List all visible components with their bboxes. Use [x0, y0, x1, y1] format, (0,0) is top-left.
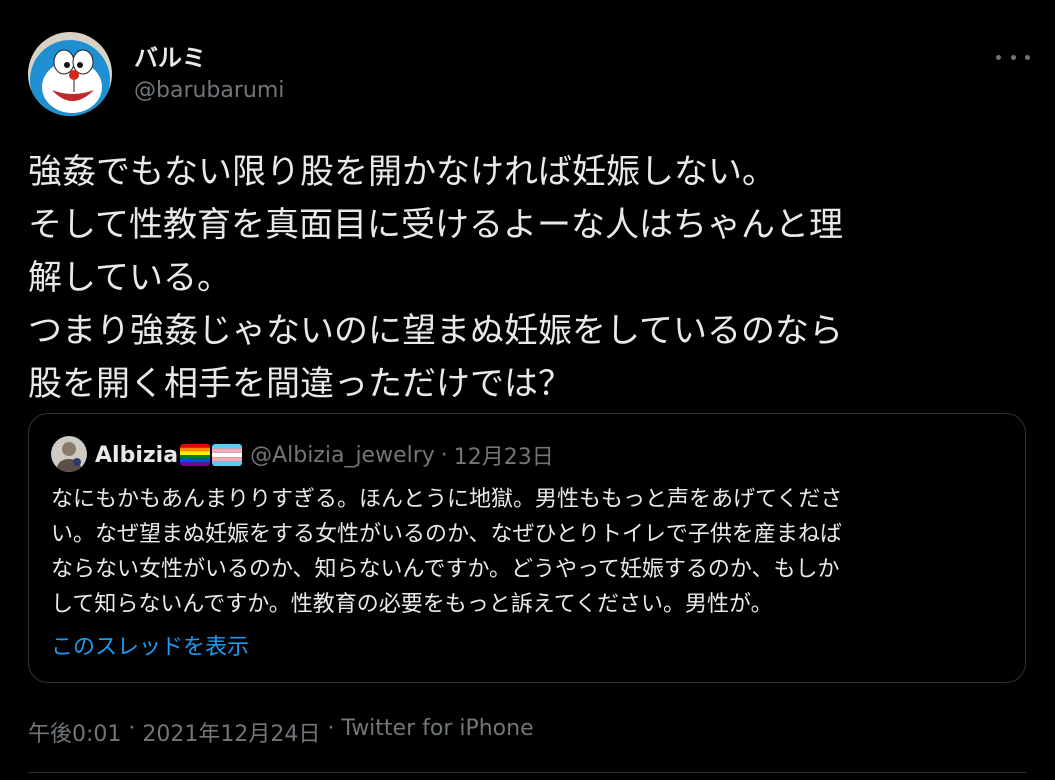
quoted-author-avatar[interactable]	[51, 436, 87, 472]
avatar-image	[28, 32, 112, 116]
quoted-date[interactable]: 12月23日	[454, 439, 554, 471]
author-display-name[interactable]: バルミ	[134, 38, 206, 73]
tweet-date[interactable]: 2021年12月24日	[142, 716, 320, 748]
author-handle[interactable]: @barubarumi	[134, 78, 284, 103]
tweet-text-line: 強姦でもない限り股を開かなければ妊娠しない。	[28, 152, 776, 192]
tweet-text: 強姦でもない限り股を開かなければ妊娠しない。 そして性教育を真面目に受けるよーな…	[28, 146, 1028, 411]
more-options-icon[interactable]	[996, 48, 1030, 66]
show-thread-link[interactable]: このスレッドを表示	[51, 629, 249, 661]
quoted-handle[interactable]: @Albizia_jewelry	[250, 443, 435, 468]
meta-separator: ·	[327, 716, 335, 741]
quoted-tweet-header: Albizia @Albizia_jewelry · 12月23日	[95, 439, 554, 471]
divider	[28, 772, 1026, 773]
quoted-text-line: ならない女性がいるのか、知らないんですか。どうやって妊娠するのか、もしか	[51, 557, 840, 582]
tweet-metadata: 午後0:01 · 2021年12月24日 · Twitter for iPhon…	[28, 716, 534, 748]
tweet-text-line: そして性教育を真面目に受けるよーな人はちゃんと理	[28, 205, 843, 245]
tweet-source[interactable]: Twitter for iPhone	[341, 716, 533, 748]
tweet-text-line: つまり強姦じゃないのに望まぬ妊娠をしているのなら	[28, 311, 843, 351]
more-dot	[996, 54, 1001, 60]
meta-separator: ·	[128, 716, 136, 741]
more-dot	[1025, 54, 1030, 60]
quoted-display-name[interactable]: Albizia	[95, 443, 178, 468]
tweet-text-line: 解している。	[28, 258, 231, 298]
rainbow-flag-icon	[180, 444, 211, 466]
quoted-tweet-text: なにもかもあんまりりすぎる。ほんとうに地獄。男性ももっと声をあげてくださ い。な…	[51, 482, 1011, 622]
quoted-text-line: い。なぜ望まぬ妊娠をする女性がいるのか、なぜひとりトイレで子供を産まねば	[51, 522, 842, 547]
tweet-text-line: 股を開く相手を間違っただけでは？	[28, 364, 572, 404]
quoted-tweet-card[interactable]: Albizia @Albizia_jewelry · 12月23日 なにもかもあ…	[28, 413, 1026, 683]
tweet-time[interactable]: 午後0:01	[28, 716, 121, 748]
transgender-flag-icon	[212, 444, 243, 466]
quoted-avatar-image	[51, 436, 87, 472]
quoted-text-line: して知らないんですか。性教育の必要をもっと訴えてください。男性が。	[51, 592, 773, 617]
author-avatar[interactable]	[28, 32, 112, 116]
quoted-text-line: なにもかもあんまりりすぎる。ほんとうに地獄。男性ももっと声をあげてくださ	[51, 487, 843, 512]
more-dot	[1010, 54, 1016, 60]
quoted-separator: ·	[440, 442, 448, 468]
